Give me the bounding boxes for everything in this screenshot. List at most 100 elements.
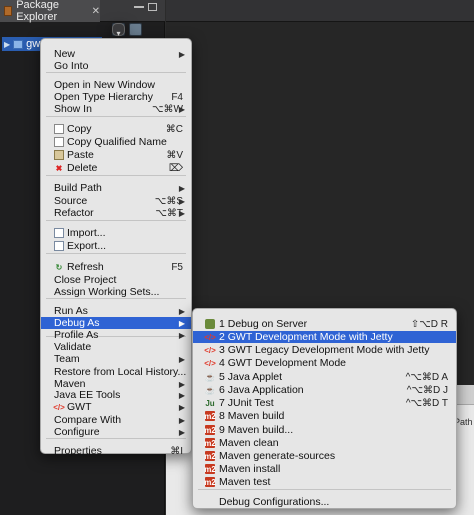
menu-item-java-ee-tools[interactable]: Java EE Tools ▶ xyxy=(41,389,191,401)
submenu-arrow-icon: ▶ xyxy=(178,379,185,389)
link-with-editor-icon[interactable] xyxy=(129,23,142,36)
menu-item-shortcut: ⌘V xyxy=(166,149,183,161)
menu-item-label: Open in New Window xyxy=(54,79,155,91)
menu-item-label: Show In xyxy=(54,103,92,115)
menu-item-paste[interactable]: Paste ⌘V xyxy=(41,149,191,161)
menu-item-label: Maven test xyxy=(219,476,271,488)
menu-separator xyxy=(46,438,186,439)
submenu-arrow-icon: ▶ xyxy=(178,318,185,328)
package-explorer-tab[interactable]: Package Explorer ✕ xyxy=(0,0,100,23)
menu-item-maven-test[interactable]: m2 Maven test xyxy=(193,476,456,488)
server-debug-icon xyxy=(205,319,215,329)
menu-separator xyxy=(198,489,451,490)
submenu-arrow-icon: ▶ xyxy=(178,390,185,400)
menu-item-source[interactable]: Source ⌥⌘S ▶ xyxy=(41,195,191,207)
menu-item-refresh[interactable]: ↻ Refresh F5 xyxy=(41,261,191,273)
menu-item-3-gwt-legacy-development-mode-with-jetty[interactable]: </> 3 GWT Legacy Development Mode with Je… xyxy=(193,344,456,356)
menu-item-5-java-applet[interactable]: ☕ 5 Java Applet ^⌥⌘D A xyxy=(193,371,456,383)
menu-item-1-debug-on-server[interactable]: 1 Debug on Server ⇧⌥D R xyxy=(193,318,456,330)
gwt-icon: </> xyxy=(53,402,65,412)
menu-item-run-as[interactable]: Run As ▶ xyxy=(41,305,191,317)
import-icon xyxy=(54,228,64,238)
copy-icon xyxy=(54,137,64,147)
gwt-icon: </> xyxy=(204,345,216,355)
menu-item-label: 6 Java Application xyxy=(219,384,304,396)
path-column-header: Path xyxy=(454,417,473,427)
menu-item-export[interactable]: Export... xyxy=(41,240,191,252)
menu-item-shortcut: F5 xyxy=(171,261,183,273)
menu-item-label: Maven install xyxy=(219,463,281,475)
menu-item-team[interactable]: Team ▶ xyxy=(41,353,191,365)
menu-item-configure[interactable]: Configure ▶ xyxy=(41,426,191,438)
export-icon xyxy=(54,241,64,251)
menu-item-label: New xyxy=(54,48,76,60)
maven-icon: m2 xyxy=(204,451,216,461)
menu-item-import[interactable]: Import... xyxy=(41,227,191,239)
menu-item-close-project[interactable]: Close Project xyxy=(41,274,191,286)
menu-item-gwt[interactable]: </> GWT ▶ xyxy=(41,401,191,413)
menu-item-label: 5 Java Applet xyxy=(219,371,283,383)
submenu-arrow-icon: ▶ xyxy=(178,427,185,437)
menu-item-show-in[interactable]: Show In ⌥⌘W ▶ xyxy=(41,103,191,115)
menu-item-label: Restore from Local History... xyxy=(54,366,187,378)
close-tab-icon[interactable]: ✕ xyxy=(92,6,100,17)
menu-item-go-into[interactable]: Go Into xyxy=(41,60,191,72)
menu-item-label: 3 GWT Legacy Development Mode with Jetty xyxy=(219,344,430,356)
submenu-arrow-icon: ▶ xyxy=(178,402,185,412)
menu-separator xyxy=(46,220,186,221)
menu-item-validate[interactable]: Validate xyxy=(41,341,191,353)
maven-icon: m2 xyxy=(204,411,216,421)
menu-item-restore-from-local-history[interactable]: Restore from Local History... xyxy=(41,366,191,378)
submenu-arrow-icon: ▶ xyxy=(178,183,185,193)
copy-icon xyxy=(54,124,64,134)
menu-item-4-gwt-development-mode[interactable]: </> 4 GWT Development Mode xyxy=(193,357,456,369)
paste-icon xyxy=(54,150,64,160)
menu-item-6-java-application[interactable]: ☕ 6 Java Application ^⌥⌘D J xyxy=(193,384,456,396)
menu-item-maven-install[interactable]: m2 Maven install xyxy=(193,463,456,475)
menu-item-refactor[interactable]: Refactor ⌥⌘T ▶ xyxy=(41,207,191,219)
menu-item-build-path[interactable]: Build Path ▶ xyxy=(41,182,191,194)
menu-item-label: Source xyxy=(54,195,88,207)
menu-item-label: 1 Debug on Server xyxy=(219,318,308,330)
menu-item-copy[interactable]: Copy ⌘C xyxy=(41,123,191,135)
menu-item-2-gwt-development-mode-with-jetty[interactable]: </> 2 GWT Development Mode with Jetty xyxy=(193,331,456,343)
menu-item-open-in-new-window[interactable]: Open in New Window xyxy=(41,79,191,91)
expand-arrow-icon[interactable]: ▶ xyxy=(4,40,10,49)
maven-icon: m2 xyxy=(204,464,216,474)
menu-item-debug-configurations[interactable]: Debug Configurations... xyxy=(193,496,456,508)
menu-item-open-type-hierarchy[interactable]: Open Type Hierarchy F4 xyxy=(41,91,191,103)
menu-item-9-maven-build[interactable]: m2 9 Maven build... xyxy=(193,424,456,436)
menu-item-debug-as[interactable]: Debug As ▶ xyxy=(41,317,191,329)
menu-item-label: Copy xyxy=(67,123,92,135)
menu-item-new[interactable]: New ▶ xyxy=(41,48,191,60)
menu-item-delete[interactable]: ✖ Delete ⌦ xyxy=(41,162,191,174)
view-menu-icon[interactable]: ▾ xyxy=(112,23,125,38)
menu-item-assign-working-sets[interactable]: Assign Working Sets... xyxy=(41,286,191,298)
submenu-arrow-icon: ▶ xyxy=(178,208,185,218)
menu-item-compare-with[interactable]: Compare With ▶ xyxy=(41,414,191,426)
gwt-icon: </> xyxy=(204,358,216,368)
menu-item-8-maven-build[interactable]: m2 8 Maven build xyxy=(193,410,456,422)
menu-item-label: Java EE Tools xyxy=(54,389,121,401)
menu-item-label: Compare With xyxy=(54,414,122,426)
menu-item-profile-as[interactable]: Profile As ▶ xyxy=(41,329,191,341)
menu-item-label: Debug Configurations... xyxy=(219,496,330,508)
context-menu: New ▶ Go Into Open in New Window Open Type H… xyxy=(40,38,192,457)
menu-item-shortcut: ^⌥⌘D J xyxy=(406,384,448,396)
menu-item-7-junit-test[interactable]: Ju 7 JUnit Test ^⌥⌘D T xyxy=(193,397,456,409)
menu-item-label: 8 Maven build xyxy=(219,410,285,422)
menu-item-label: Close Project xyxy=(54,274,117,286)
menu-item-copy-qualified-name[interactable]: Copy Qualified Name xyxy=(41,136,191,148)
maven-icon: m2 xyxy=(204,425,216,435)
menu-separator xyxy=(46,72,186,73)
minimize-icon[interactable] xyxy=(134,6,144,8)
menu-item-properties[interactable]: Properties ⌘I xyxy=(41,445,191,457)
menu-item-label: 4 GWT Development Mode xyxy=(219,357,347,369)
package-explorer-icon xyxy=(4,6,13,16)
refresh-icon: ↻ xyxy=(55,262,63,272)
menu-item-label: GWT xyxy=(67,401,92,413)
menu-item-maven-clean[interactable]: m2 Maven clean xyxy=(193,437,456,449)
java-app-icon: ☕ xyxy=(205,385,215,395)
menu-item-maven-generate-sources[interactable]: m2 Maven generate-sources xyxy=(193,450,456,462)
maximize-icon[interactable] xyxy=(148,3,157,11)
